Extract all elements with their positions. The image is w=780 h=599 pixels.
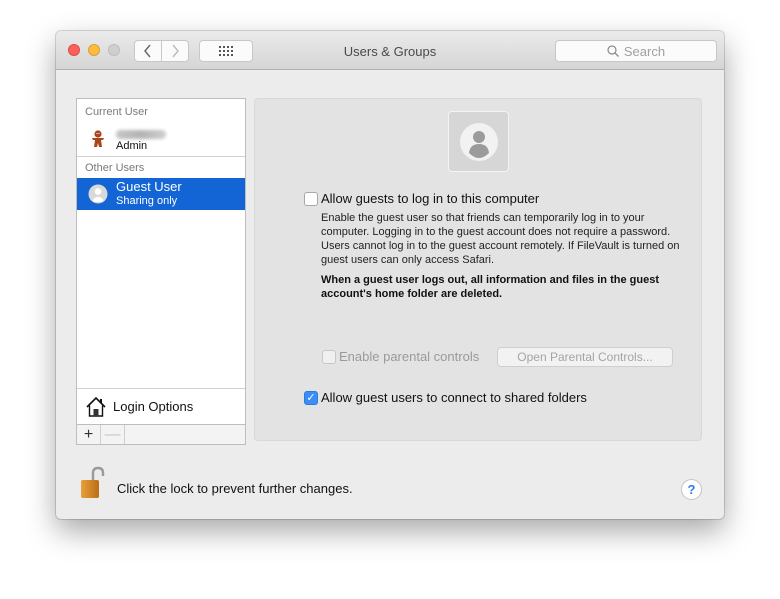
guest-user-subtitle: Sharing only <box>116 195 178 207</box>
guest-warning: When a guest user logs out, all informat… <box>321 274 659 300</box>
guest-description: Enable the guest user so that friends ca… <box>321 212 680 266</box>
divider <box>77 156 245 157</box>
title-bar: Users & Groups Search <box>56 31 724 70</box>
user-silhouette-icon <box>88 184 108 204</box>
house-icon <box>86 396 106 417</box>
current-user-row[interactable]: Admin <box>77 123 245 155</box>
user-picture[interactable] <box>448 111 509 172</box>
shared-folders-label: Allow guest users to connect to shared f… <box>321 390 587 405</box>
login-options-button[interactable]: Login Options <box>77 388 245 424</box>
current-user-role: Admin <box>116 140 148 152</box>
parental-controls-label: Enable parental controls <box>339 349 480 364</box>
search-placeholder: Search <box>623 43 666 59</box>
guest-user-row[interactable]: Guest User Sharing only <box>77 178 245 210</box>
lock-message: Click the lock to prevent further change… <box>117 481 353 496</box>
users-list: Current User Admin Other Users Guest Use… <box>76 98 246 425</box>
open-parental-controls-button[interactable]: Open Parental Controls... <box>497 347 673 367</box>
remove-user-button[interactable]: — <box>101 425 125 444</box>
allow-guests-login-checkbox[interactable] <box>304 192 318 206</box>
guest-settings-panel: Allow guests to log in to this computer … <box>254 98 702 441</box>
gingerbread-man-icon <box>92 130 104 147</box>
current-user-header: Current User <box>85 106 148 118</box>
help-button[interactable]: ? <box>681 479 702 500</box>
user-silhouette-icon <box>459 122 498 161</box>
add-user-button[interactable]: + <box>77 425 101 444</box>
parental-controls-checkbox[interactable] <box>322 350 336 364</box>
login-options-label: Login Options <box>113 399 194 414</box>
search-field[interactable]: Search <box>555 40 717 62</box>
users-groups-window: Users & Groups Search Current User Admin… <box>56 31 724 519</box>
add-remove-bar: + — <box>76 425 246 445</box>
other-users-header: Other Users <box>85 162 145 174</box>
allow-guests-login-label: Allow guests to log in to this computer <box>321 191 540 206</box>
unlocked-padlock-icon[interactable] <box>79 466 105 500</box>
search-icon <box>607 45 619 57</box>
shared-folders-checkbox[interactable]: ✓ <box>304 391 318 405</box>
guest-user-name: Guest User <box>116 179 182 194</box>
